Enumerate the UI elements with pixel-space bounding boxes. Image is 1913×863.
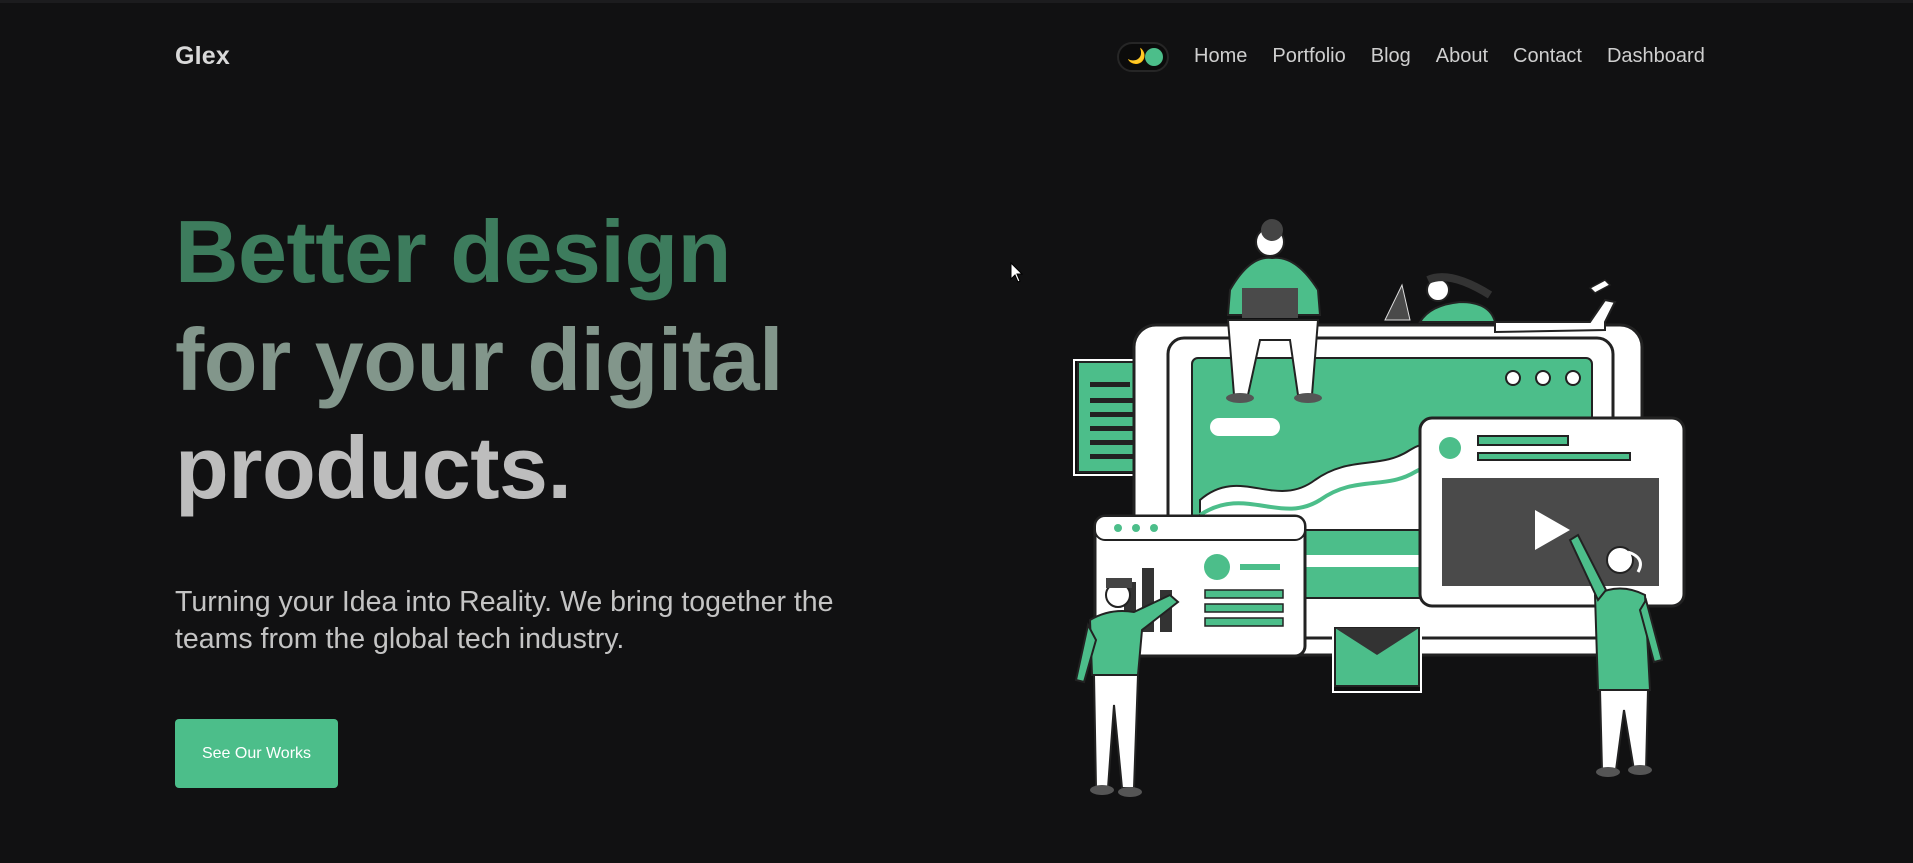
mouse-cursor-icon <box>1010 262 1024 283</box>
see-our-works-button[interactable]: See Our Works <box>175 719 338 788</box>
headline-line-1: Better design <box>175 202 731 301</box>
hero-headline: Better design for your digital products. <box>175 198 784 522</box>
logo[interactable]: Glex <box>175 42 230 71</box>
moon-icon: 🌙 <box>1127 48 1146 65</box>
headline-line-3: products. <box>175 418 572 517</box>
toggle-knob <box>1145 48 1163 66</box>
nav-dashboard[interactable]: Dashboard <box>1607 45 1705 68</box>
video-window <box>1418 416 1686 608</box>
nav-home[interactable]: Home <box>1194 45 1247 68</box>
top-strip <box>0 0 1913 3</box>
nav-blog[interactable]: Blog <box>1371 45 1411 68</box>
headline-line-2: for your digital <box>175 310 784 409</box>
hero-illustration <box>1073 219 1686 797</box>
landing-page: Glex 🌙 Home Portfolio Blog About Contact… <box>0 0 1913 863</box>
nav-about[interactable]: About <box>1436 45 1488 68</box>
nav-portfolio[interactable]: Portfolio <box>1272 45 1345 68</box>
envelope-icon <box>1332 627 1422 693</box>
hero-subtitle: Turning your Idea into Reality. We bring… <box>175 586 834 655</box>
person-pointing-chart <box>1074 578 1180 797</box>
theme-toggle[interactable]: 🌙 <box>1117 42 1169 72</box>
main-nav: Home Portfolio Blog About Contact Dashbo… <box>1194 45 1705 68</box>
nav-contact[interactable]: Contact <box>1513 45 1582 68</box>
